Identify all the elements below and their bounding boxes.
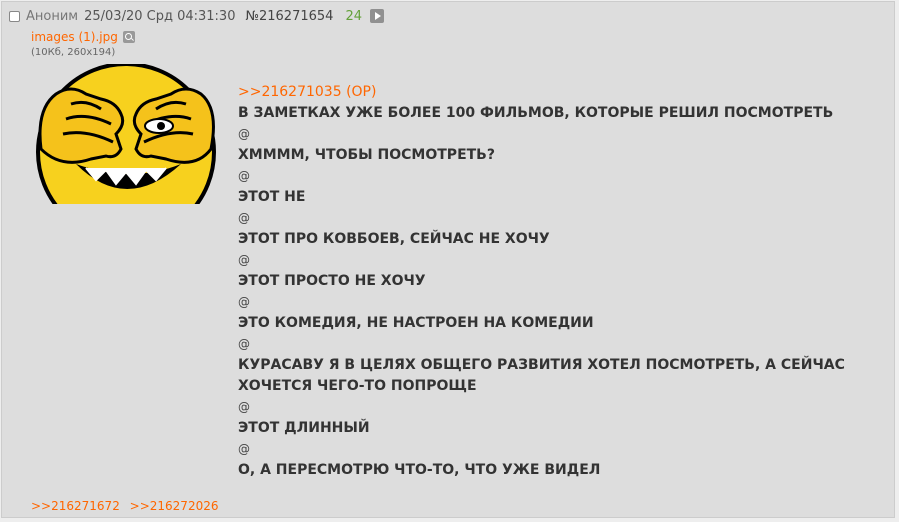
- post-line: КУРАСАВУ Я В ЦЕЛЯХ ОБЩЕГО РАЗВИТИЯ ХОТЕЛ…: [238, 357, 845, 373]
- op-reply-link[interactable]: >>216271035 (OP): [238, 82, 845, 103]
- post-line: ХОЧЕТСЯ ЧЕГО-ТО ПОПРОЩЕ: [238, 378, 477, 394]
- post-thumbnail[interactable]: [31, 64, 223, 204]
- post-line: ХМММM, ЧТОБЫ ПОСМОТРЕТЬ?: [238, 147, 495, 163]
- post-line: ЭТОТ ПРОСТО НЕ ХОЧУ: [238, 273, 426, 289]
- post-line: В ЗАМЕТКАХ УЖЕ БОЛЕЕ 100 ФИЛЬМОВ, КОТОРЫ…: [238, 105, 834, 121]
- post-body: >>216271035 (OP) В ЗАМЕТКАХ УЖЕ БОЛЕЕ 10…: [238, 82, 845, 481]
- post-line: О, А ПЕРЕСМОТРЮ ЧТО-ТО, ЧТО УЖЕ ВИДЕЛ: [238, 462, 601, 478]
- post-line-separator: @: [238, 253, 250, 267]
- play-icon[interactable]: [369, 9, 384, 23]
- post-header: Аноним 25/03/20 Срд 04:31:30 №216271654 …: [9, 7, 384, 25]
- post-line-separator: @: [238, 169, 250, 183]
- post-number[interactable]: №216271654: [245, 9, 333, 24]
- post-author: Аноним: [26, 8, 79, 24]
- post-line-separator: @: [238, 442, 250, 456]
- select-checkbox[interactable]: [9, 10, 20, 22]
- post: Аноним 25/03/20 Срд 04:31:30 №216271654 …: [1, 1, 895, 518]
- post-line: ЭТОТ ПРО КОВБОЕВ, СЕЙЧАС НЕ ХОЧУ: [238, 231, 550, 247]
- post-line-separator: @: [238, 337, 250, 351]
- post-date: 25/03/20 Срд 04:31:30: [84, 8, 236, 24]
- post-line-separator: @: [238, 211, 250, 225]
- search-icon[interactable]: [122, 31, 135, 43]
- post-line-separator: @: [238, 127, 250, 141]
- reply-links: >>216271672 >>216272026: [31, 499, 224, 513]
- reply-link[interactable]: >>216272026: [130, 499, 219, 513]
- file-name[interactable]: images (1).jpg: [31, 30, 118, 44]
- post-line-separator: @: [238, 400, 250, 414]
- post-line: ЭТОТ НЕ: [238, 189, 306, 205]
- post-line: ЭТОТ ДЛИННЫЙ: [238, 420, 370, 436]
- reply-link[interactable]: >>216271672: [31, 499, 120, 513]
- post-line: ЭТО КОМЕДИЯ, НЕ НАСТРОЕН НА КОМЕДИИ: [238, 315, 594, 331]
- file-name-link[interactable]: images (1).jpg: [31, 30, 135, 44]
- post-line-separator: @: [238, 295, 250, 309]
- post-count: 24: [345, 8, 362, 24]
- file-meta: (10Кб, 260x194): [31, 47, 116, 58]
